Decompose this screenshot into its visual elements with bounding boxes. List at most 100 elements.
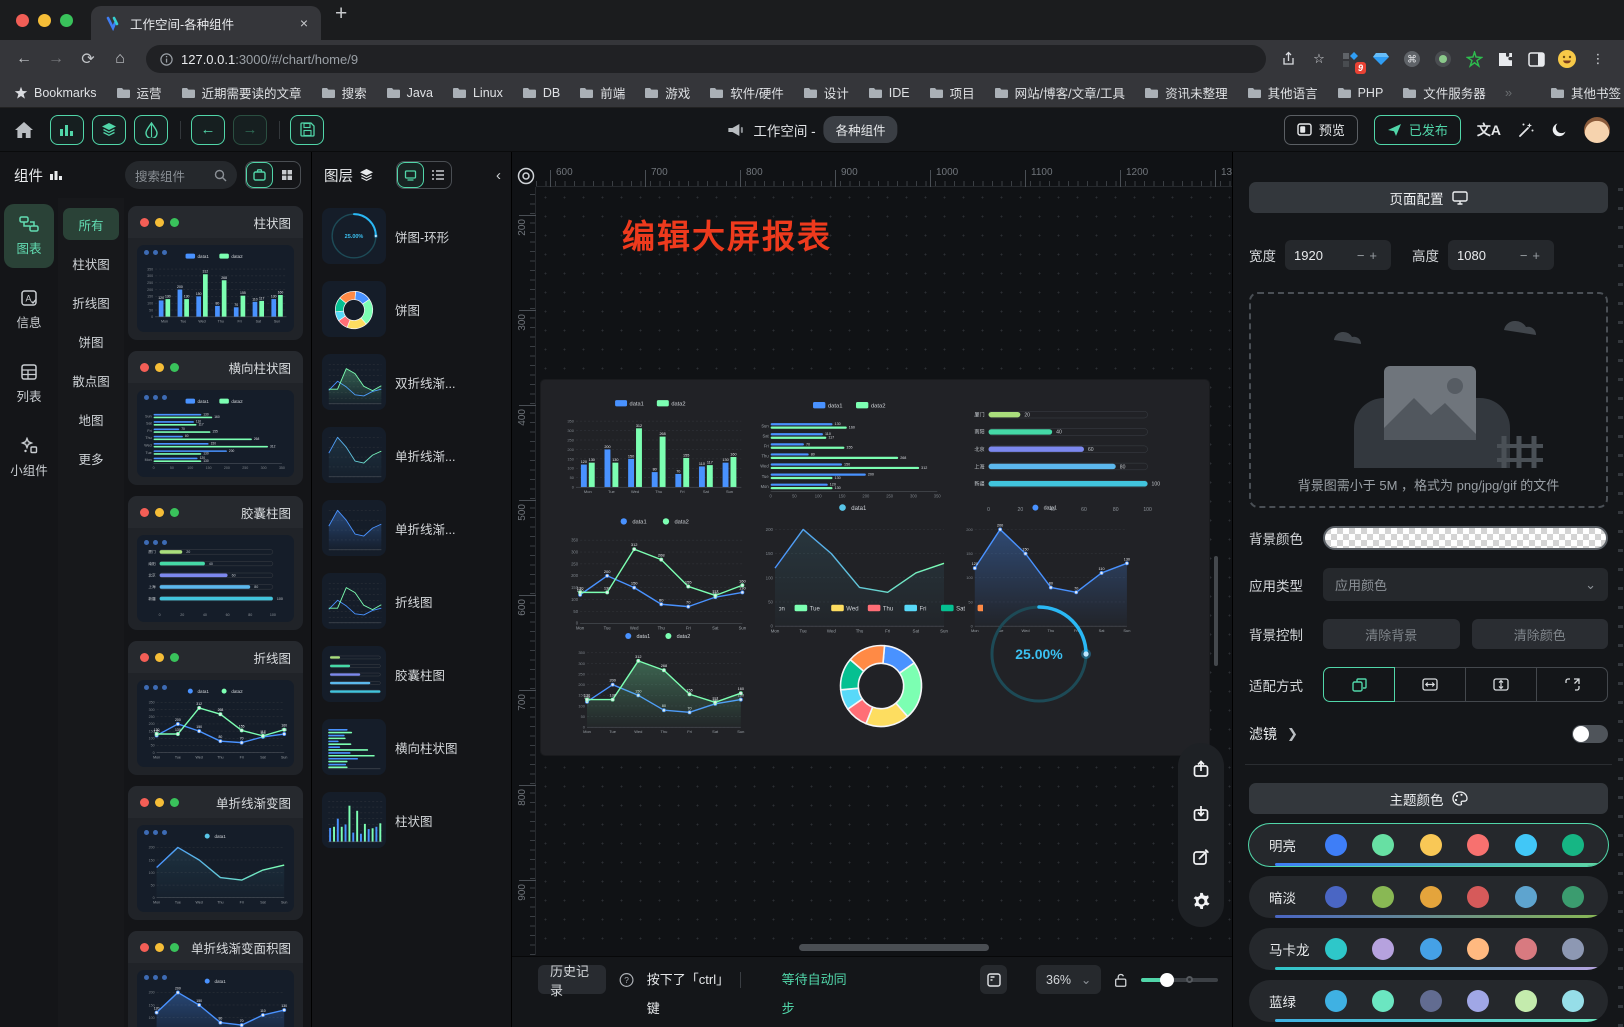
record-extension-icon[interactable] xyxy=(1433,49,1453,69)
publish-button[interactable]: 已发布 xyxy=(1374,115,1461,145)
rail-tab-info[interactable]: A信息 xyxy=(4,278,54,342)
category-item[interactable]: 饼图 xyxy=(63,325,119,357)
zoom-slider-knob[interactable] xyxy=(1160,973,1174,987)
bookmark-folder[interactable]: Linux xyxy=(452,83,503,102)
home-icon[interactable]: ⌂ xyxy=(106,45,134,73)
bookmark-folder[interactable]: 文件服务器 xyxy=(1402,83,1486,102)
rail-tab-charts[interactable]: 图表 xyxy=(4,204,54,268)
lock-icon[interactable] xyxy=(1114,971,1127,989)
height-stepper[interactable]: 1080 −+ xyxy=(1448,240,1554,270)
export-button[interactable] xyxy=(1184,752,1218,786)
bookmark-folder[interactable]: IDE xyxy=(868,83,910,102)
canvas-chart-donut[interactable]: MonTueWedThuFriSatSun xyxy=(779,596,983,746)
chevron-right-icon[interactable]: ❯ xyxy=(1287,726,1298,742)
edit-button[interactable] xyxy=(1184,840,1218,874)
bookmark-folder[interactable]: Java xyxy=(386,83,433,102)
import-button[interactable] xyxy=(1184,796,1218,830)
bookmark-folder[interactable]: 其他语言 xyxy=(1247,83,1318,102)
reload-icon[interactable]: ⟳ xyxy=(74,45,102,73)
details-panel-toggle-button[interactable] xyxy=(134,115,168,145)
browser-tab[interactable]: 工作空间-各种组件 × xyxy=(91,6,321,40)
canvas-horizontal-scrollbar[interactable] xyxy=(799,944,989,951)
bookmarks-root[interactable]: Bookmarks xyxy=(14,86,97,100)
theme-row-蓝绿[interactable]: 蓝绿 xyxy=(1249,980,1608,1022)
history-button[interactable]: 历史记录 xyxy=(538,965,606,994)
component-card[interactable]: 单折线渐变面积图data1050100150200120200150807011… xyxy=(128,931,303,1027)
zoom-level-select[interactable]: 36%⌄ xyxy=(1036,965,1101,994)
canvas-vertical-scrollbar[interactable] xyxy=(1214,556,1218,666)
forward-icon[interactable]: → xyxy=(42,45,70,73)
save-button[interactable] xyxy=(290,115,324,145)
theme-row-马卡龙[interactable]: 马卡龙 xyxy=(1249,928,1608,970)
sidebar-panel-icon[interactable] xyxy=(1526,49,1546,69)
bookmark-folder[interactable]: 设计 xyxy=(803,83,849,102)
layers-panel-toggle-button[interactable] xyxy=(92,115,126,145)
bookmark-folder[interactable]: 资讯未整理 xyxy=(1144,83,1228,102)
fit-stretch-button[interactable] xyxy=(1536,667,1608,702)
background-upload-dropzone[interactable]: 背景图需小于 5M ，格式为 png/jpg/gif 的文件 xyxy=(1249,292,1608,508)
layer-item[interactable]: 单折线渐... xyxy=(320,423,503,487)
bookmark-folder[interactable]: 项目 xyxy=(929,83,975,102)
category-item[interactable]: 更多 xyxy=(63,442,119,474)
component-card[interactable]: 胶囊柱图厦门20南阳40北京60上海80新疆100020406080100 xyxy=(128,496,303,630)
dark-mode-moon-icon[interactable] xyxy=(1551,121,1568,138)
width-stepper[interactable]: 1920 −+ xyxy=(1285,240,1391,270)
help-icon[interactable]: ? xyxy=(619,971,634,989)
bookmarks-overflow[interactable]: » xyxy=(1505,85,1512,100)
charts-panel-toggle-button[interactable] xyxy=(50,115,84,145)
layer-item[interactable]: 胶囊柱图 xyxy=(320,642,503,706)
search-input[interactable]: 搜索组件 xyxy=(125,161,237,189)
category-item[interactable]: 折线图 xyxy=(63,286,119,318)
tab-close-icon[interactable]: × xyxy=(297,15,311,31)
undo-button[interactable]: ← xyxy=(191,115,225,145)
artboard[interactable]: data1data2050100150200250300350120130Mon… xyxy=(541,380,1209,755)
extensions-puzzle-icon[interactable] xyxy=(1495,49,1515,69)
rail-tab-list[interactable]: 列表 xyxy=(4,352,54,416)
layer-item[interactable]: 单折线渐... xyxy=(320,496,503,560)
category-item[interactable]: 柱状图 xyxy=(63,247,119,279)
command-extension-icon[interactable]: ⌘ xyxy=(1402,49,1422,69)
settings-scrollbar[interactable] xyxy=(1618,188,1623,1027)
canvas-title-widget[interactable]: 编辑大屏报表 xyxy=(622,210,832,258)
project-name-badge[interactable]: 各种组件 xyxy=(824,116,898,143)
thumbnail-view-button[interactable] xyxy=(397,162,424,188)
bookmark-folder[interactable]: PHP xyxy=(1337,83,1384,102)
ruler-eye-icon[interactable] xyxy=(516,166,536,186)
canvas-chart-double-area[interactable]: data1data2050100150200250300350120200150… xyxy=(567,624,749,744)
component-card[interactable]: 横向柱状图data1data20501001502002503003501201… xyxy=(128,351,303,485)
app-type-select[interactable]: 应用颜色 ⌄ xyxy=(1323,568,1608,601)
width-stepper-controls[interactable]: −+ xyxy=(1357,248,1382,263)
filter-toggle[interactable] xyxy=(1572,725,1608,743)
component-card[interactable]: 单折线渐变图data1050100150200MonTueWedThuFriSa… xyxy=(128,786,303,920)
layer-item[interactable]: 双折线渐... xyxy=(320,350,503,414)
canvas-viewport[interactable]: 编辑大屏报表 data1data205010015020025030035012… xyxy=(536,188,1232,955)
close-window-button[interactable] xyxy=(16,14,29,27)
bookmark-star-icon[interactable]: ☆ xyxy=(1309,49,1329,69)
layer-item[interactable]: 柱状图 xyxy=(320,788,503,852)
bookmark-folder[interactable]: 运营 xyxy=(116,83,162,102)
category-item[interactable]: 地图 xyxy=(63,403,119,435)
collapse-panel-icon[interactable]: ‹ xyxy=(496,167,503,184)
category-item[interactable]: 散点图 xyxy=(63,364,119,396)
fit-width-button[interactable] xyxy=(1394,667,1466,702)
component-card[interactable]: 折线图data1data2050100150200250300350120200… xyxy=(128,641,303,775)
bookmark-folder[interactable]: 游戏 xyxy=(644,83,690,102)
canvas-chart-bar[interactable]: data1data2050100150200250300350120130Mon… xyxy=(557,392,747,504)
layer-item[interactable]: 25.00%饼图-环形 xyxy=(320,204,503,268)
theme-row-暗淡[interactable]: 暗淡 xyxy=(1249,876,1608,918)
canvas-chart-ring-progress[interactable]: 25.00% xyxy=(983,598,1095,710)
share-icon[interactable] xyxy=(1278,49,1298,69)
other-bookmarks[interactable]: 其他书签 xyxy=(1550,83,1621,102)
profile-avatar-icon[interactable] xyxy=(1557,49,1577,69)
new-tab-button[interactable]: + xyxy=(335,2,347,26)
redo-button[interactable]: → xyxy=(233,115,267,145)
zoom-slider[interactable] xyxy=(1141,965,1218,994)
bookmark-folder[interactable]: 搜索 xyxy=(321,83,367,102)
bookmark-folder[interactable]: 软件/硬件 xyxy=(709,83,783,102)
app-home-icon[interactable] xyxy=(14,121,34,139)
height-stepper-controls[interactable]: −+ xyxy=(1520,248,1545,263)
theme-row-明亮[interactable]: 明亮 xyxy=(1249,824,1608,866)
star-extension-icon[interactable] xyxy=(1464,49,1484,69)
list-view-button[interactable] xyxy=(424,162,451,188)
extension-grid-icon[interactable]: 9 xyxy=(1340,49,1360,69)
